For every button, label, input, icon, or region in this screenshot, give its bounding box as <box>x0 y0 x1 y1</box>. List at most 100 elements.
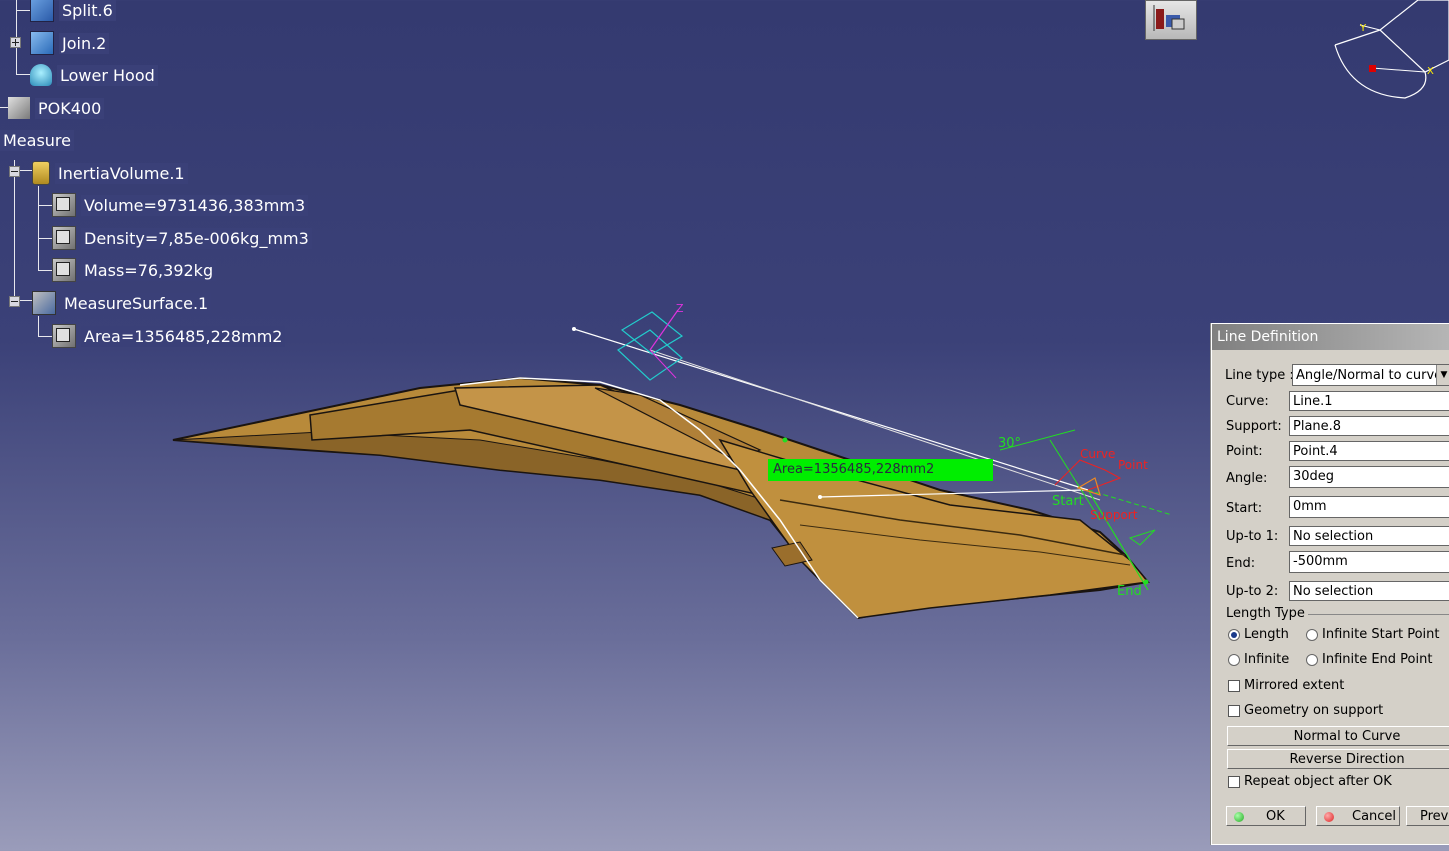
expand-join-button[interactable] <box>10 37 21 48</box>
tree-item-part[interactable]: POK400 <box>8 94 105 122</box>
tree-label-density: Density=7,85e-006kg_mm3 <box>81 227 312 249</box>
tree-label-split: Split.6 <box>59 0 116 21</box>
end-label: End <box>1117 584 1142 599</box>
cancel-button[interactable]: Cancel <box>1316 806 1400 826</box>
join-icon <box>30 31 54 55</box>
repeat-object-checkbox[interactable]: Repeat object after OK <box>1228 774 1392 789</box>
start-label: Start: <box>1226 500 1263 516</box>
radio-infinite-start[interactable]: Infinite Start Point <box>1306 627 1440 642</box>
upto1-field[interactable]: No selection <box>1289 526 1449 546</box>
curve-field[interactable]: Line.1 <box>1289 391 1449 411</box>
preview-button[interactable]: Previ <box>1406 806 1449 826</box>
tree-label-volume: Volume=9731436,383mm3 <box>81 194 309 216</box>
point-label: Point: <box>1226 443 1263 459</box>
upto1-row: Up-to 1: <box>1226 525 1290 547</box>
curve-row: Curve: <box>1226 390 1290 412</box>
end-field[interactable]: -500mm <box>1289 551 1449 573</box>
line-definition-dialog[interactable]: Line Definition Line type : Angle/Normal… <box>1211 323 1449 845</box>
repeat-object-box[interactable] <box>1228 775 1240 788</box>
end-label: End: <box>1226 555 1256 571</box>
end-row: End: <box>1226 552 1290 574</box>
tree-label-mass: Mass=76,392kg <box>81 259 217 281</box>
tree-item-lower-hood[interactable]: Lower Hood <box>30 61 158 89</box>
tree-label-part: POK400 <box>35 97 105 119</box>
measure-value-icon <box>52 258 76 282</box>
surface-icon <box>30 64 52 86</box>
upto1-label: Up-to 1: <box>1226 528 1279 544</box>
geometry-on-support-checkbox[interactable]: Geometry on support <box>1228 703 1383 718</box>
angle-label: 30° <box>998 436 1022 451</box>
radio-infinite-start-label: Infinite Start Point <box>1322 627 1440 642</box>
tree-label-measure-surface: MeasureSurface.1 <box>61 292 212 314</box>
normal-to-curve-button[interactable]: Normal to Curve <box>1227 726 1449 746</box>
reverse-direction-button[interactable]: Reverse Direction <box>1227 749 1449 769</box>
radio-infinite[interactable]: Infinite <box>1228 652 1289 667</box>
ok-status-icon <box>1234 811 1244 822</box>
area-annotation[interactable]: Area=1356485,228mm2 <box>768 459 993 481</box>
measure-tool-icon[interactable] <box>1145 0 1197 40</box>
measure-surface-icon <box>32 291 56 315</box>
line-type-row: Line type : Angle/Normal to curve ▼ <box>1225 364 1449 386</box>
tree-label-measure: Measure <box>0 129 74 151</box>
geometry-on-support-box[interactable] <box>1228 704 1240 717</box>
support-field[interactable]: Plane.8 <box>1289 416 1449 436</box>
tree-item-mass[interactable]: Mass=76,392kg <box>52 256 217 284</box>
mirrored-extent-box[interactable] <box>1228 679 1240 692</box>
dialog-title[interactable]: Line Definition <box>1212 324 1449 350</box>
radio-infinite-end[interactable]: Infinite End Point <box>1306 652 1432 667</box>
upto2-row: Up-to 2: <box>1226 580 1290 602</box>
line-type-value: Angle/Normal to curve <box>1296 368 1443 383</box>
mirrored-extent-label: Mirrored extent <box>1244 678 1345 693</box>
radio-infinite-indicator[interactable] <box>1228 653 1240 666</box>
compass-x-label: X <box>1427 66 1434 77</box>
start-label: Start <box>1052 494 1084 509</box>
angle-row: Angle: <box>1226 467 1290 489</box>
z-axis-label: Z <box>676 302 684 315</box>
radio-infinite-start-indicator[interactable] <box>1306 628 1318 641</box>
line-type-select[interactable]: Angle/Normal to curve ▼ <box>1292 364 1449 386</box>
split-icon <box>30 0 54 22</box>
point-field[interactable]: Point.4 <box>1289 441 1449 461</box>
tree-item-volume[interactable]: Volume=9731436,383mm3 <box>52 191 309 219</box>
chevron-down-icon[interactable]: ▼ <box>1436 365 1449 385</box>
tree-item-density[interactable]: Density=7,85e-006kg_mm3 <box>52 224 312 252</box>
angle-label: Angle: <box>1226 470 1268 486</box>
mirrored-extent-checkbox[interactable]: Mirrored extent <box>1228 678 1344 693</box>
angle-field[interactable]: 30deg <box>1289 466 1449 488</box>
upto2-label: Up-to 2: <box>1226 583 1279 599</box>
measure-value-icon <box>52 324 76 348</box>
tree-item-join[interactable]: Join.2 <box>30 29 110 57</box>
cancel-label: Cancel <box>1352 809 1397 824</box>
tree-item-measure-surface[interactable]: MeasureSurface.1 <box>32 289 212 317</box>
support-label: Support: <box>1226 418 1282 434</box>
line-type-label: Line type : <box>1225 367 1294 383</box>
tree-item-measure[interactable]: Measure <box>0 126 74 154</box>
collapse-measure-surface-button[interactable] <box>9 296 20 307</box>
point-label: Point <box>1118 458 1148 472</box>
tree-item-split[interactable]: Split.6 <box>30 0 116 24</box>
start-field[interactable]: 0mm <box>1289 496 1449 518</box>
inertia-icon <box>32 161 50 185</box>
measure-value-icon <box>52 193 76 217</box>
group-divider <box>1308 614 1449 615</box>
length-type-group-label: Length Type <box>1226 606 1305 621</box>
tree-label-join: Join.2 <box>59 32 110 54</box>
tree-item-inertia-volume[interactable]: InertiaVolume.1 <box>32 159 188 187</box>
radio-infinite-end-label: Infinite End Point <box>1322 652 1433 667</box>
radio-length[interactable]: Length <box>1228 627 1289 642</box>
radio-length-label: Length <box>1244 627 1289 642</box>
tree-label-inertia-volume: InertiaVolume.1 <box>55 162 188 184</box>
ok-button[interactable]: OK <box>1226 806 1306 826</box>
radio-infinite-end-indicator[interactable] <box>1306 653 1318 666</box>
radio-length-indicator[interactable] <box>1228 628 1240 641</box>
part-body-icon <box>8 97 30 119</box>
compass-icon[interactable]: Y X <box>1330 0 1449 105</box>
geometry-on-support-label: Geometry on support <box>1244 703 1384 718</box>
point-row: Point: <box>1226 440 1290 462</box>
start-row: Start: <box>1226 497 1290 519</box>
upto2-field[interactable]: No selection <box>1289 581 1449 601</box>
collapse-inertia-button[interactable] <box>9 166 20 177</box>
curve-label: Curve <box>1080 447 1116 461</box>
repeat-object-label: Repeat object after OK <box>1244 774 1392 789</box>
tree-item-area[interactable]: Area=1356485,228mm2 <box>52 322 286 350</box>
